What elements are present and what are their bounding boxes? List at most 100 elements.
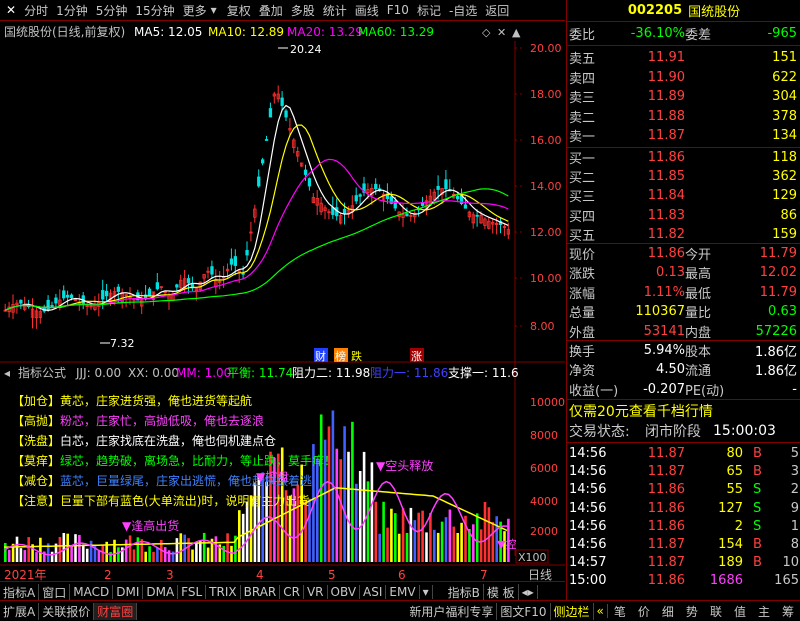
chart-area[interactable]: 国统股份(日线,前复权) MA5: 12.05 MA10: 12.89 MA20… xyxy=(0,21,565,589)
volume-bar xyxy=(382,501,385,562)
stat-value: 53141 xyxy=(643,323,685,339)
stat-value: 0.13 xyxy=(656,265,685,281)
sell-row[interactable]: 卖一 11.87 134 xyxy=(567,126,800,145)
expand-icon[interactable]: ▲ xyxy=(512,26,521,39)
sell-row[interactable]: 卖三 11.89 304 xyxy=(567,87,800,106)
tool-tongji[interactable]: 统计 xyxy=(319,2,351,19)
stat2-value: 1.86亿 xyxy=(755,345,797,360)
candle-body xyxy=(280,97,284,106)
weicha-label: 委差 xyxy=(685,28,712,43)
marker-zhang[interactable]: 涨 xyxy=(411,350,422,363)
buy-level: 买三 xyxy=(569,190,596,206)
status-row: 交易状态: 闭市阶段 15:00:03 xyxy=(567,421,800,440)
tick-volume: 154 xyxy=(718,537,743,552)
weicha-value: -965 xyxy=(767,26,797,41)
tab-window[interactable]: 窗口 xyxy=(39,583,71,601)
tab-scroll-icon[interactable]: ◂▸ xyxy=(519,585,538,599)
candle-body xyxy=(245,249,249,256)
sell-price: 11.87 xyxy=(647,128,685,144)
volume-bar xyxy=(202,532,206,562)
tool-1min[interactable]: 1分钟 xyxy=(52,2,92,19)
ind-xx: XX: 0.00 xyxy=(128,366,179,380)
footer-f10[interactable]: 图文F10 xyxy=(497,602,551,620)
close-chart-icon[interactable]: ✕ xyxy=(497,26,506,39)
volume-bar xyxy=(62,532,66,562)
tab-asi[interactable]: ASI xyxy=(360,585,387,599)
promo-text[interactable]: 仅需20元查看千档行情 xyxy=(569,401,713,421)
footer-sidebar-icon[interactable]: « xyxy=(594,604,608,618)
volume-bar xyxy=(308,498,311,562)
sell-row[interactable]: 卖二 11.88 378 xyxy=(567,107,800,126)
tool-more-arrow[interactable]: ▾ xyxy=(211,3,223,17)
close-icon[interactable]: ✕ xyxy=(2,3,20,17)
tool-zixuan[interactable]: -自选 xyxy=(445,2,481,19)
tool-f10[interactable]: F10 xyxy=(383,3,413,17)
tab-indicator-a[interactable]: 指标A xyxy=(0,583,40,601)
volume-bar xyxy=(50,551,54,562)
tool-fanhui[interactable]: 返回 xyxy=(481,2,513,19)
tab-trix[interactable]: TRIX xyxy=(206,585,241,599)
buy-row[interactable]: 买四 11.83 86 xyxy=(567,206,800,225)
footer-related-quote[interactable]: 关联报价 xyxy=(39,602,95,620)
footer-zhi[interactable]: 值 xyxy=(728,603,752,620)
tool-15min[interactable]: 15分钟 xyxy=(131,2,178,19)
sell-level: 卖二 xyxy=(569,110,596,126)
settings-icon[interactable]: ◇ xyxy=(482,26,491,39)
sell-row[interactable]: 卖四 11.90 622 xyxy=(567,68,800,87)
tab-dmi[interactable]: DMI xyxy=(113,585,144,599)
period-label[interactable]: 日线 xyxy=(528,568,552,582)
footer-xi[interactable]: 细 xyxy=(656,603,680,620)
buy-row[interactable]: 买一 11.86 118 xyxy=(567,148,800,167)
footer-wealth-circle[interactable]: 财富圈 xyxy=(94,602,138,620)
buy-row[interactable]: 买三 11.84 129 xyxy=(567,186,800,205)
footer-sidebar[interactable]: 侧边栏 xyxy=(551,602,594,620)
tool-biaoji[interactable]: 标记 xyxy=(413,2,445,19)
buy-row[interactable]: 买二 11.85 362 xyxy=(567,167,800,186)
sell-row[interactable]: 卖五 11.91 151 xyxy=(567,48,800,67)
tool-fuquan[interactable]: 复权 xyxy=(223,2,255,19)
buy-level: 买五 xyxy=(569,228,596,244)
candle-body xyxy=(62,290,66,299)
marker-bang[interactable]: 榜 xyxy=(335,349,346,363)
tab-cr[interactable]: CR xyxy=(280,585,304,599)
footer-expand[interactable]: 扩展A xyxy=(0,602,40,620)
tab-arrow-icon[interactable]: ▾ xyxy=(420,585,433,599)
tab-dma[interactable]: DMA xyxy=(143,585,179,599)
marker-cai[interactable]: 财 xyxy=(315,349,326,363)
tool-diejia[interactable]: 叠加 xyxy=(255,2,287,19)
buy-row[interactable]: 买五 11.82 159 xyxy=(567,225,800,244)
tab-obv[interactable]: OBV xyxy=(328,585,361,599)
stat-value: 11.79 xyxy=(759,284,797,300)
tab-macd[interactable]: MACD xyxy=(70,585,114,599)
promo-row[interactable]: 仅需20元查看千档行情 xyxy=(567,401,800,420)
tool-duogu[interactable]: 多股 xyxy=(287,2,319,19)
indicator-title[interactable]: 指标公式 xyxy=(18,365,66,380)
tab-vr[interactable]: VR xyxy=(304,585,328,599)
tool-fenshi[interactable]: 分时 xyxy=(20,2,52,19)
tool-5min[interactable]: 5分钟 xyxy=(92,2,132,19)
tool-huaxian[interactable]: 画线 xyxy=(351,2,383,19)
footer-lian[interactable]: 联 xyxy=(704,603,728,620)
candle-body xyxy=(405,213,409,217)
vol-tick: 10000 xyxy=(530,396,565,409)
tick-volume: 55 xyxy=(726,482,743,498)
tab-template[interactable]: 模 板 xyxy=(484,583,519,601)
candle-body xyxy=(241,272,245,275)
ma10-line xyxy=(4,124,509,311)
footer-shi[interactable]: 势 xyxy=(680,603,704,620)
tab-indicator-b[interactable]: 指标B xyxy=(445,583,484,601)
stock-code: 002205 xyxy=(627,3,683,18)
footer-zhu[interactable]: 主 xyxy=(752,603,776,620)
indicator-collapse-icon[interactable]: ◂ xyxy=(4,366,10,380)
tool-more[interactable]: 更多 xyxy=(179,2,211,19)
volume-bar xyxy=(140,539,144,562)
tab-emv[interactable]: EMV xyxy=(386,585,420,599)
marker-die[interactable]: 跌 xyxy=(351,349,362,363)
stat-value: 1.11% xyxy=(643,284,685,300)
footer-newuser[interactable]: 新用户福利专享 xyxy=(406,602,498,620)
footer-jia[interactable]: 价 xyxy=(632,603,656,620)
tab-fsl[interactable]: FSL xyxy=(178,585,207,599)
footer-bi[interactable]: 笔 xyxy=(608,603,632,620)
footer-chou[interactable]: 筹 xyxy=(776,603,800,620)
tab-brar[interactable]: BRAR xyxy=(241,585,281,599)
